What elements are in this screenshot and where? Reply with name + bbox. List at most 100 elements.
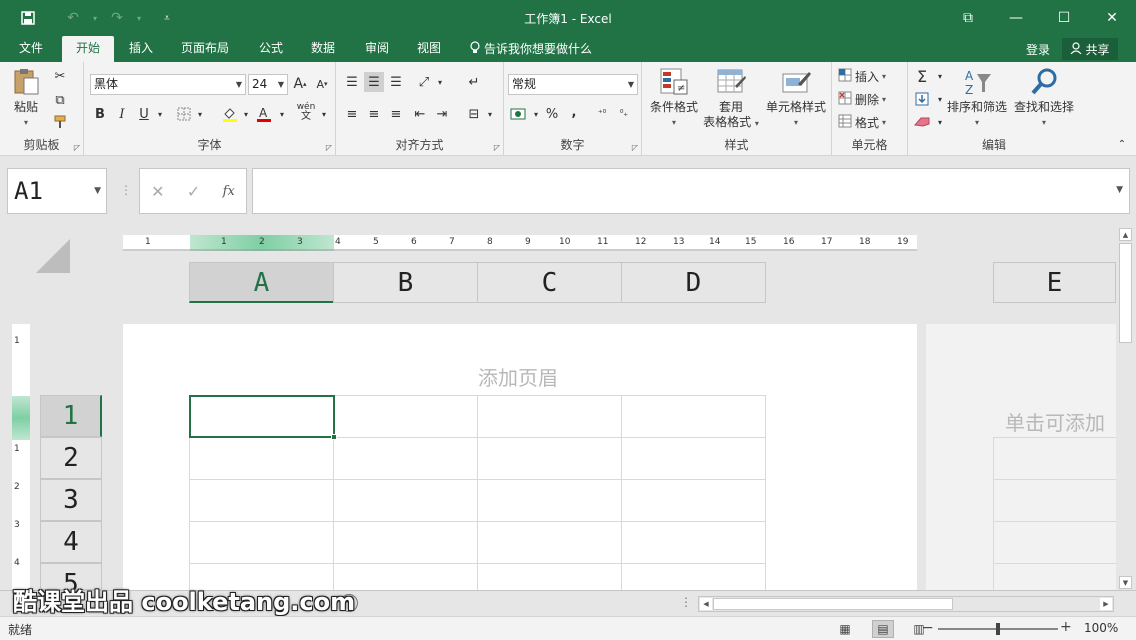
align-center-icon[interactable]: ≡ [364,104,384,124]
increase-font-button[interactable]: A ▴ [290,74,310,94]
clipboard-launcher-icon[interactable]: ◸ [74,143,80,152]
tab-data[interactable]: 数据 [302,36,344,62]
increase-indent-icon[interactable]: ⇥ [432,104,452,124]
sign-in-link[interactable]: 登录 [1026,41,1050,58]
column-header-a[interactable]: A [189,262,334,303]
decrease-decimal-icon[interactable]: ⁰₊ [614,104,634,124]
row-header-4[interactable]: 4 [40,521,102,563]
select-all-button[interactable] [36,239,70,273]
tab-file[interactable]: 文件 [8,36,54,62]
italic-button[interactable]: I [112,104,132,124]
font-color-icon[interactable]: A [254,104,274,124]
font-name-select[interactable]: 黑体 ▼ [90,74,246,95]
copy-icon[interactable]: ⧉ [50,90,70,110]
delete-cells-button[interactable]: 删除 ▾ [838,91,886,108]
conditional-formatting-button[interactable]: ≠ 条件格式 ▾ [646,66,702,130]
top-align-icon[interactable]: ☰ [342,72,362,92]
page-layout-view-icon[interactable]: ▤ [872,620,894,638]
selected-cell-a1[interactable] [189,395,337,440]
insert-function-icon[interactable]: fx [223,184,235,199]
vertical-scrollbar[interactable]: ▲ ▼ [1116,227,1136,590]
decrease-indent-icon[interactable]: ⇤ [410,104,430,124]
zoom-slider[interactable] [938,623,1058,635]
enter-icon[interactable]: ✓ [187,182,200,201]
horizontal-scroll-thumb[interactable] [713,598,953,610]
column-header-c[interactable]: C [477,262,622,303]
maximize-button[interactable]: ☐ [1040,0,1088,36]
orientation-dropdown-icon[interactable]: ▾ [430,72,450,92]
tab-page-layout[interactable]: 页面布局 [172,36,238,62]
borders-dropdown-icon[interactable]: ▾ [190,104,210,124]
column-header-b[interactable]: B [333,262,478,303]
zoom-slider-knob[interactable] [996,623,1000,635]
fill-handle[interactable] [331,434,337,440]
format-painter-icon[interactable] [50,112,70,132]
cell-styles-button[interactable]: 单元格样式 ▾ [762,66,830,130]
add-header-placeholder[interactable]: 添加页眉 [478,362,558,391]
column-header-d[interactable]: D [621,262,766,303]
minimize-button[interactable]: — [992,0,1040,36]
cut-icon[interactable]: ✂ [50,66,70,86]
scroll-right-icon[interactable]: ▶ [1100,598,1112,610]
close-button[interactable]: ✕ [1088,0,1136,36]
tab-home[interactable]: 开始 [62,36,114,62]
collapse-ribbon-icon[interactable]: ⌃ [1112,134,1132,154]
row-header-2[interactable]: 2 [40,437,102,479]
align-left-icon[interactable]: ≡ [342,104,362,124]
alignment-launcher-icon[interactable]: ◸ [494,143,500,152]
scroll-left-icon[interactable]: ◀ [700,598,712,610]
tell-me-box[interactable]: 告诉我你想要做什么 [470,40,592,57]
fill-color-dropdown-icon[interactable]: ▾ [236,104,256,124]
number-launcher-icon[interactable]: ◸ [632,143,638,152]
decrease-font-button[interactable]: A ▾ [312,74,332,94]
clear-icon[interactable] [912,112,932,132]
bottom-align-icon[interactable]: ☰ [386,72,406,92]
increase-decimal-icon[interactable]: ⁺⁰ [592,104,612,124]
number-format-select[interactable]: 常规 ▼ [508,74,638,95]
tab-split-handle-icon[interactable]: ⋮ [680,595,692,609]
paste-button[interactable]: 粘贴 ▾ [6,66,46,130]
normal-view-icon[interactable]: ▦ [834,620,856,638]
comma-button[interactable]: , [564,102,584,122]
font-size-select[interactable]: 24 ▼ [248,74,288,95]
fill-icon[interactable] [912,89,932,109]
ribbon-display-options-icon[interactable]: ⧉ [944,0,992,36]
horizontal-scrollbar[interactable]: ◀ ▶ [698,596,1114,612]
phonetic-dropdown-icon[interactable]: ▾ [314,104,334,124]
currency-icon[interactable] [508,104,528,124]
share-button[interactable]: 共享 [1062,38,1118,60]
format-as-table-button[interactable]: 套用 表格格式 ▾ [700,66,762,131]
percent-button[interactable]: % [542,104,562,124]
expand-formula-bar-icon[interactable]: ▼ [1116,185,1123,195]
font-color-dropdown-icon[interactable]: ▾ [272,104,292,124]
font-launcher-icon[interactable]: ◸ [326,143,332,152]
wrap-text-icon[interactable]: ↵ [464,72,484,92]
scroll-down-icon[interactable]: ▼ [1119,576,1132,589]
row-header-1[interactable]: 1 [40,395,102,437]
scroll-up-icon[interactable]: ▲ [1119,228,1132,241]
tab-insert[interactable]: 插入 [120,36,162,62]
tab-formulas[interactable]: 公式 [250,36,292,62]
align-right-icon[interactable]: ≡ [386,104,406,124]
merge-dropdown-icon[interactable]: ▾ [480,104,500,124]
row-header-3[interactable]: 3 [40,479,102,521]
cancel-icon[interactable]: ✕ [151,182,164,201]
phonetic-guide-button[interactable]: wén 文 [296,102,316,122]
zoom-out-icon[interactable]: − [922,620,934,636]
tab-review[interactable]: 审阅 [356,36,398,62]
underline-dropdown-icon[interactable]: ▾ [150,104,170,124]
tab-view[interactable]: 视图 [408,36,450,62]
format-cells-button[interactable]: 格式 ▾ [838,114,886,131]
formula-input[interactable]: ▼ [252,168,1130,214]
autosum-icon[interactable]: Σ [912,66,932,86]
add-header-placeholder-next[interactable]: 单击可添加 [1005,407,1105,436]
formula-bar-grip-icon[interactable]: ⋮ [120,183,132,197]
zoom-level[interactable]: 100% [1084,621,1118,635]
sort-filter-button[interactable]: AZ 排序和筛选 ▾ [944,66,1010,130]
insert-cells-button[interactable]: 插入 ▾ [838,68,886,85]
zoom-in-icon[interactable]: + [1060,619,1072,635]
middle-align-icon[interactable]: ☰ [364,72,384,92]
name-box[interactable]: A1 ▼ [7,168,107,214]
column-header-e[interactable]: E [993,262,1116,303]
find-select-button[interactable]: 查找和选择 ▾ [1010,66,1078,130]
